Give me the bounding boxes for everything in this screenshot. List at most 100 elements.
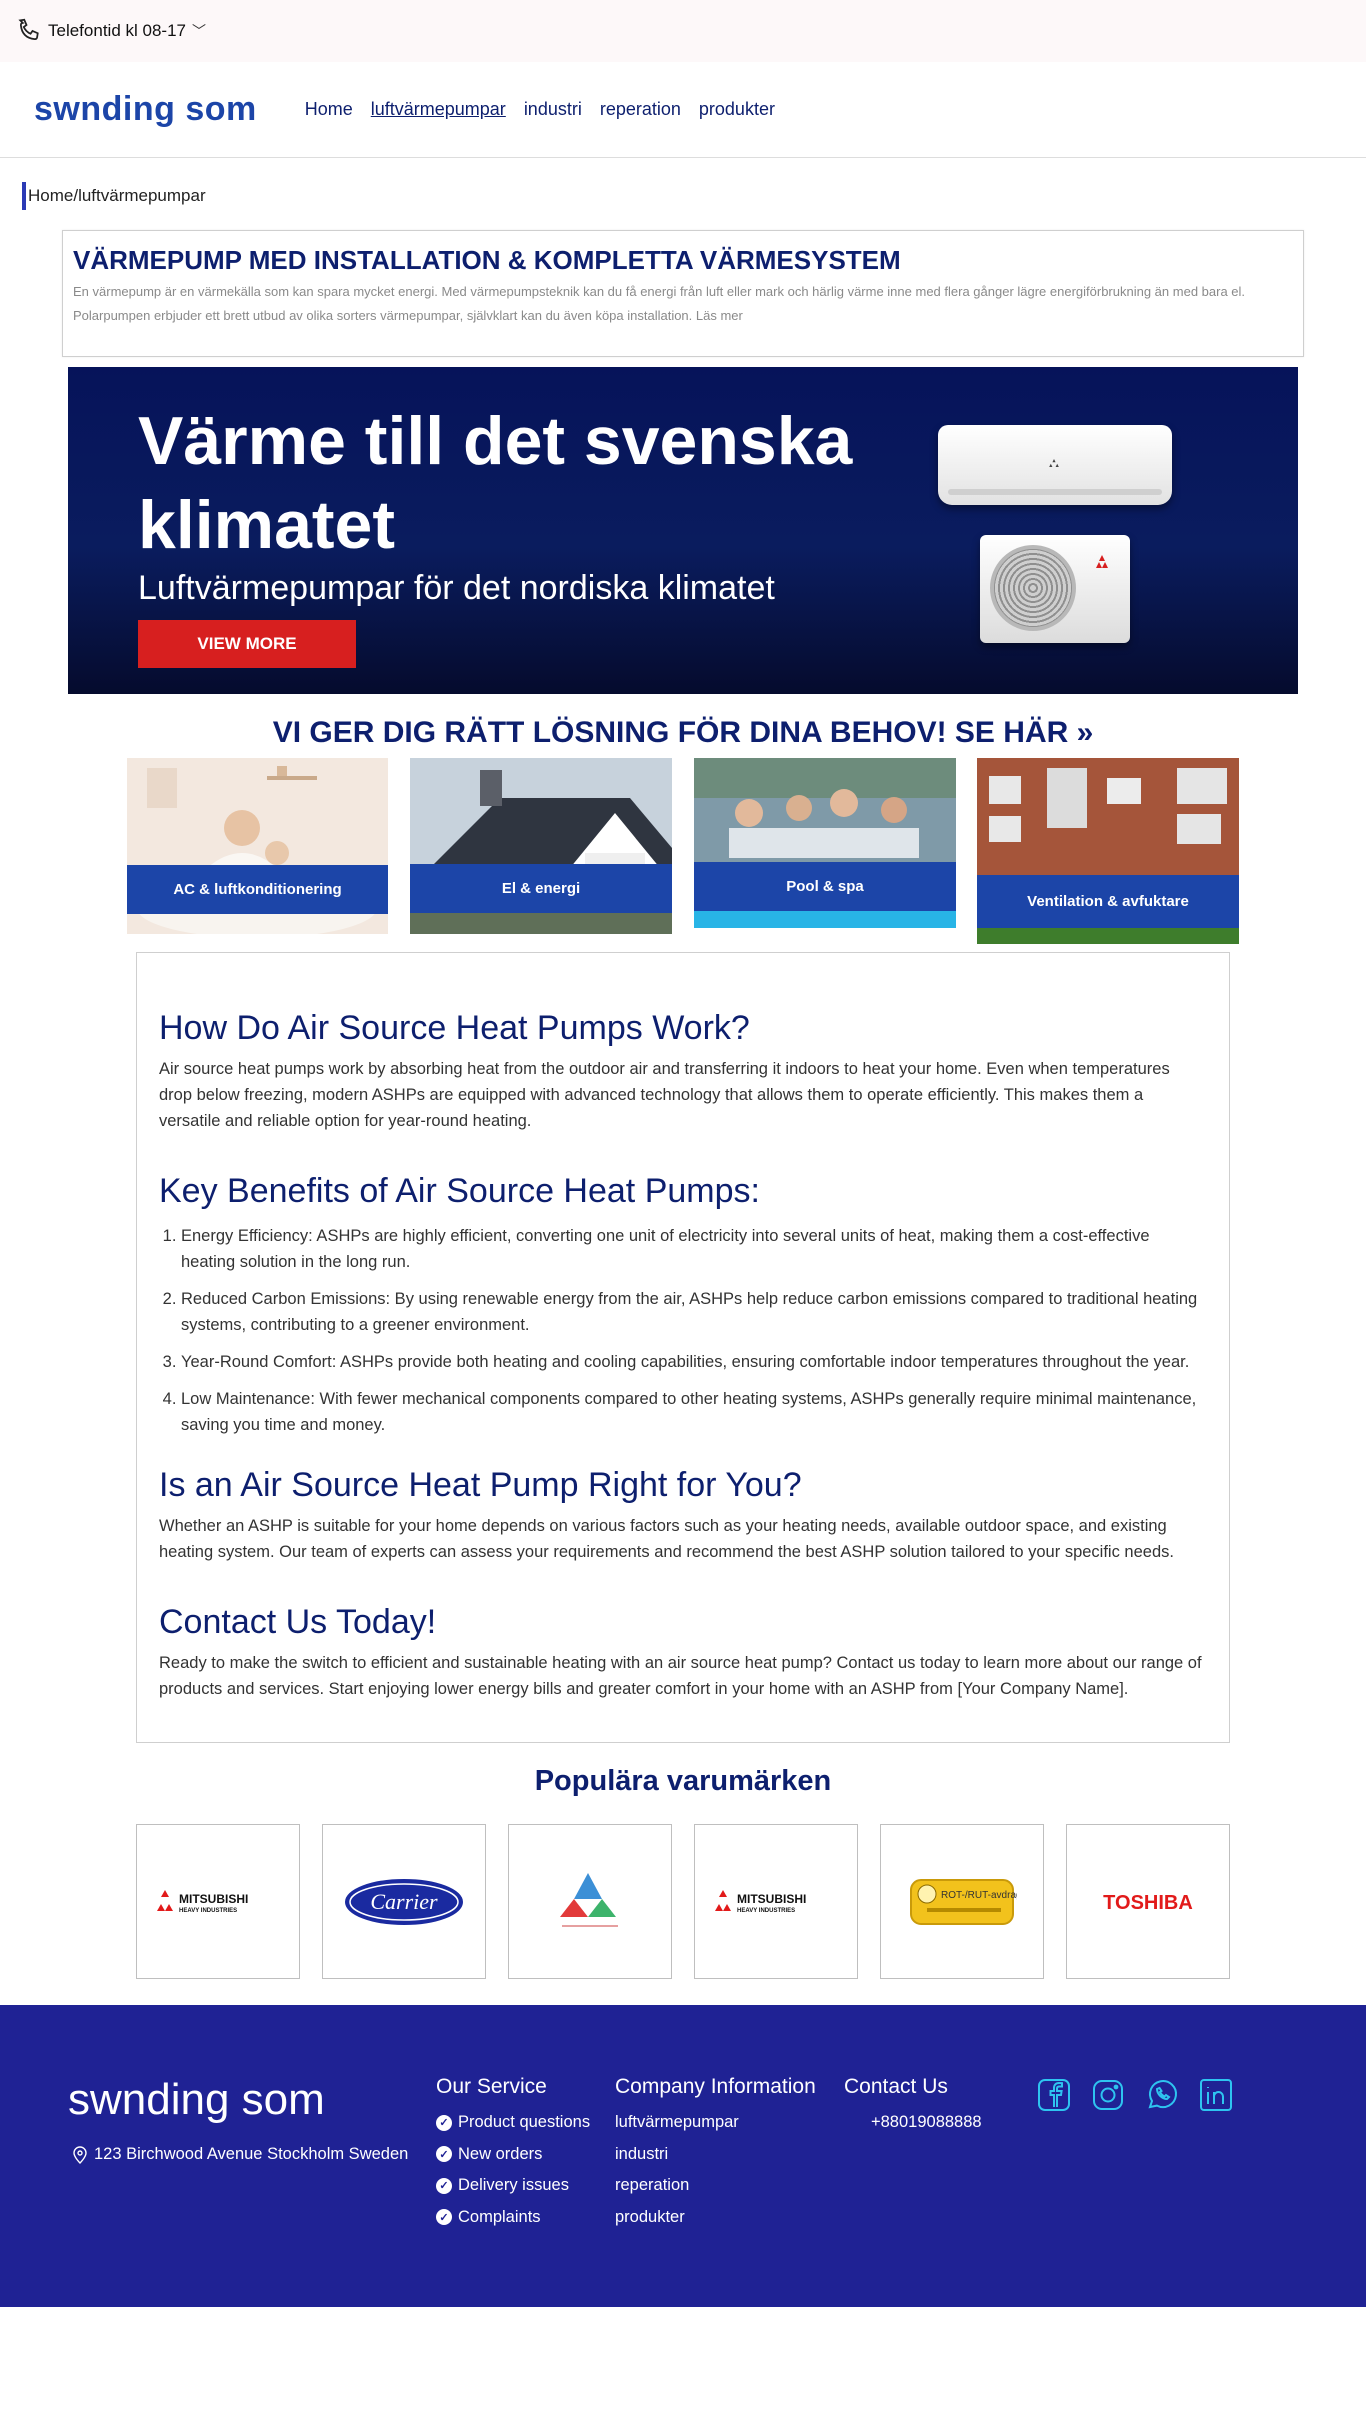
breadcrumb-accent-bar <box>22 182 26 210</box>
footer-company-link[interactable]: produkter <box>615 2202 816 2234</box>
chevron-down-icon[interactable]: ﹀ <box>192 21 206 41</box>
toshiba-logo-icon: TOSHIBA <box>1103 1892 1193 1914</box>
article-paragraph-right-for-you: Whether an ASHP is suitable for your hom… <box>159 1517 1174 1561</box>
article-paragraph-contact: Ready to make the switch to efficient an… <box>159 1654 1202 1698</box>
footer-contact-column: Contact Us +88019088888 <box>844 2075 982 2139</box>
nav-industri[interactable]: industri <box>524 99 582 120</box>
footer-service-item[interactable]: ✓ Complaints <box>436 2202 590 2234</box>
svg-text:Carrier: Carrier <box>370 1889 438 1914</box>
mitsubishi-mark-icon <box>1049 459 1059 467</box>
svg-text:HEAVY INDUSTRIES: HEAVY INDUSTRIES <box>737 1908 795 1914</box>
category-card-ac[interactable]: AC & luftkonditionering <box>127 758 388 934</box>
footer-company-link[interactable]: industri <box>615 2139 816 2171</box>
linkedin-icon[interactable] <box>1198 2077 1234 2113</box>
footer-company-column: Company Information luftvärmepumpar indu… <box>615 2075 816 2233</box>
svg-text:MITSUBISHI: MITSUBISHI <box>737 1892 806 1906</box>
svg-text:TOSHIBA: TOSHIBA <box>1103 1892 1193 1914</box>
footer-logo[interactable]: swnding som <box>68 2075 325 2125</box>
carrier-logo-icon: Carrier <box>345 1878 463 1925</box>
brand-rot-rut[interactable]: ROT-/RUT-avdrag <box>880 1824 1044 1979</box>
intro-text: En värmepump är en värmekälla som kan sp… <box>73 284 1246 323</box>
triangle-logo-icon <box>560 1872 618 1927</box>
footer-service-title: Our Service <box>436 2075 547 2098</box>
brand-triangle-logo[interactable] <box>508 1824 672 1979</box>
intro-box: VÄRMEPUMP MED INSTALLATION & KOMPLETTA V… <box>62 230 1304 357</box>
article-heading-right-for-you: Is an Air Source Heat Pump Right for You… <box>159 1466 802 1504</box>
svg-text:MITSUBISHI: MITSUBISHI <box>179 1892 248 1906</box>
category-card-ventilation[interactable]: Ventilation & avfuktare <box>977 758 1239 944</box>
site-logo[interactable]: swnding som <box>34 90 257 129</box>
check-circle-icon: ✓ <box>436 2114 452 2131</box>
benefits-list: Energy Efficiency: ASHPs are highly effi… <box>159 1223 1207 1438</box>
list-item: Low Maintenance: With fewer mechanical c… <box>181 1386 1207 1438</box>
list-item: Reduced Carbon Emissions: By using renew… <box>181 1286 1207 1338</box>
footer-contact-title: Contact Us <box>844 2075 948 2098</box>
phone-hours-text: Telefontid kl 08-17 <box>48 21 186 40</box>
instagram-icon[interactable] <box>1090 2077 1126 2113</box>
breadcrumb: Home/luftvärmepumpar <box>22 182 1366 210</box>
mitsubishi-red-logo-icon <box>1096 555 1108 568</box>
hero-title: Värme till det svenska klimatet <box>138 403 853 563</box>
brand-carrier[interactable]: Carrier <box>322 1824 486 1979</box>
check-circle-icon: ✓ <box>436 2209 452 2226</box>
fan-grille-icon <box>990 545 1076 631</box>
hero-subtitle: Luftvärmepumpar för det nordiska klimate… <box>138 569 775 607</box>
intro-title: VÄRMEPUMP MED INSTALLATION & KOMPLETTA V… <box>73 245 901 275</box>
footer-service-item[interactable]: ✓ Product questions <box>436 2107 590 2139</box>
footer-company-title: Company Information <box>615 2075 816 2098</box>
footer-phone[interactable]: +88019088888 <box>844 2107 982 2139</box>
site-footer: swnding som 123 Birchwood Avenue Stockho… <box>0 2005 1366 2307</box>
footer-service-item[interactable]: ✓ New orders <box>436 2139 590 2171</box>
category-card-pool[interactable]: Pool & spa <box>694 758 956 928</box>
category-label: Pool & spa <box>694 862 956 911</box>
article-heading-contact: Contact Us Today! <box>159 1603 437 1641</box>
nav-home[interactable]: Home <box>305 99 353 120</box>
mitsubishi-logo-icon: MITSUBISHI HEAVY INDUSTRIES <box>157 1889 248 1914</box>
article-heading-benefits: Key Benefits of Air Source Heat Pumps: <box>159 1172 760 1210</box>
footer-company-link[interactable]: reperation <box>615 2170 816 2202</box>
whatsapp-icon[interactable] <box>1144 2077 1180 2113</box>
outdoor-ac-unit-image <box>980 535 1130 643</box>
indoor-ac-unit-image <box>938 425 1172 505</box>
nav-reperation[interactable]: reperation <box>600 99 681 120</box>
solution-heading-link[interactable]: VI GER DIG RÄTT LÖSNING FÖR DINA BEHOV! … <box>0 716 1366 750</box>
brand-logos: MITSUBISHI HEAVY INDUSTRIES Carrier MITS… <box>136 1824 1230 1979</box>
list-item: Energy Efficiency: ASHPs are highly effi… <box>181 1223 1207 1275</box>
article-heading-how: How Do Air Source Heat Pumps Work? <box>159 1009 750 1047</box>
category-cards: AC & luftkonditionering El & energi Pool… <box>0 758 1366 948</box>
svg-text:HEAVY INDUSTRIES: HEAVY INDUSTRIES <box>179 1908 237 1914</box>
footer-service-item[interactable]: ✓ Delivery issues <box>436 2170 590 2202</box>
hero-banner: Värme till det svenska klimatet Luftvärm… <box>68 367 1298 694</box>
site-header: swnding som Home luftvärmepumpar industr… <box>0 62 1366 158</box>
social-links <box>1036 2077 1234 2113</box>
nav-produkter[interactable]: produkter <box>699 99 775 120</box>
facebook-icon[interactable] <box>1036 2077 1072 2113</box>
phone-icon <box>18 18 39 41</box>
view-more-button[interactable]: VIEW MORE <box>138 620 356 668</box>
brand-toshiba[interactable]: TOSHIBA <box>1066 1824 1230 1979</box>
category-label: AC & luftkonditionering <box>127 865 388 914</box>
footer-company-link[interactable]: luftvärmepumpar <box>615 2107 816 2139</box>
footer-address-text: 123 Birchwood Avenue Stockholm Sweden <box>94 2145 409 2163</box>
nav-luftvarmepumpar[interactable]: luftvärmepumpar <box>371 99 506 120</box>
top-bar: Telefontid kl 08-17 ﹀ <box>0 0 1366 62</box>
svg-text:ROT-/RUT-avdrag: ROT-/RUT-avdrag <box>941 1890 1017 1901</box>
main-nav: Home luftvärmepumpar industri reperation… <box>305 99 775 120</box>
category-label: Ventilation & avfuktare <box>977 875 1239 928</box>
rot-rut-badge-icon: ROT-/RUT-avdrag <box>910 1878 1017 1925</box>
category-card-el[interactable]: El & energi <box>410 758 672 934</box>
brand-mitsubishi[interactable]: MITSUBISHI HEAVY INDUSTRIES <box>136 1824 300 1979</box>
footer-service-column: Our Service ✓ Product questions ✓ New orde… <box>436 2075 590 2233</box>
check-circle-icon: ✓ <box>436 2177 452 2194</box>
article-section: How Do Air Source Heat Pumps Work? Air s… <box>136 952 1230 1743</box>
location-pin-icon <box>73 2145 87 2164</box>
category-label: El & energi <box>410 864 672 913</box>
brand-mitsubishi-2[interactable]: MITSUBISHI HEAVY INDUSTRIES <box>694 1824 858 1979</box>
mitsubishi-logo-icon: MITSUBISHI HEAVY INDUSTRIES <box>715 1889 806 1914</box>
footer-address: 123 Birchwood Avenue Stockholm Sweden <box>72 2145 408 2164</box>
list-item: Year-Round Comfort: ASHPs provide both h… <box>181 1349 1207 1375</box>
check-circle-icon: ✓ <box>436 2146 452 2163</box>
article-paragraph-how: Air source heat pumps work by absorbing … <box>159 1060 1170 1130</box>
brands-heading: Populära varumärken <box>534 1765 832 1797</box>
breadcrumb-text[interactable]: Home/luftvärmepumpar <box>28 186 206 206</box>
